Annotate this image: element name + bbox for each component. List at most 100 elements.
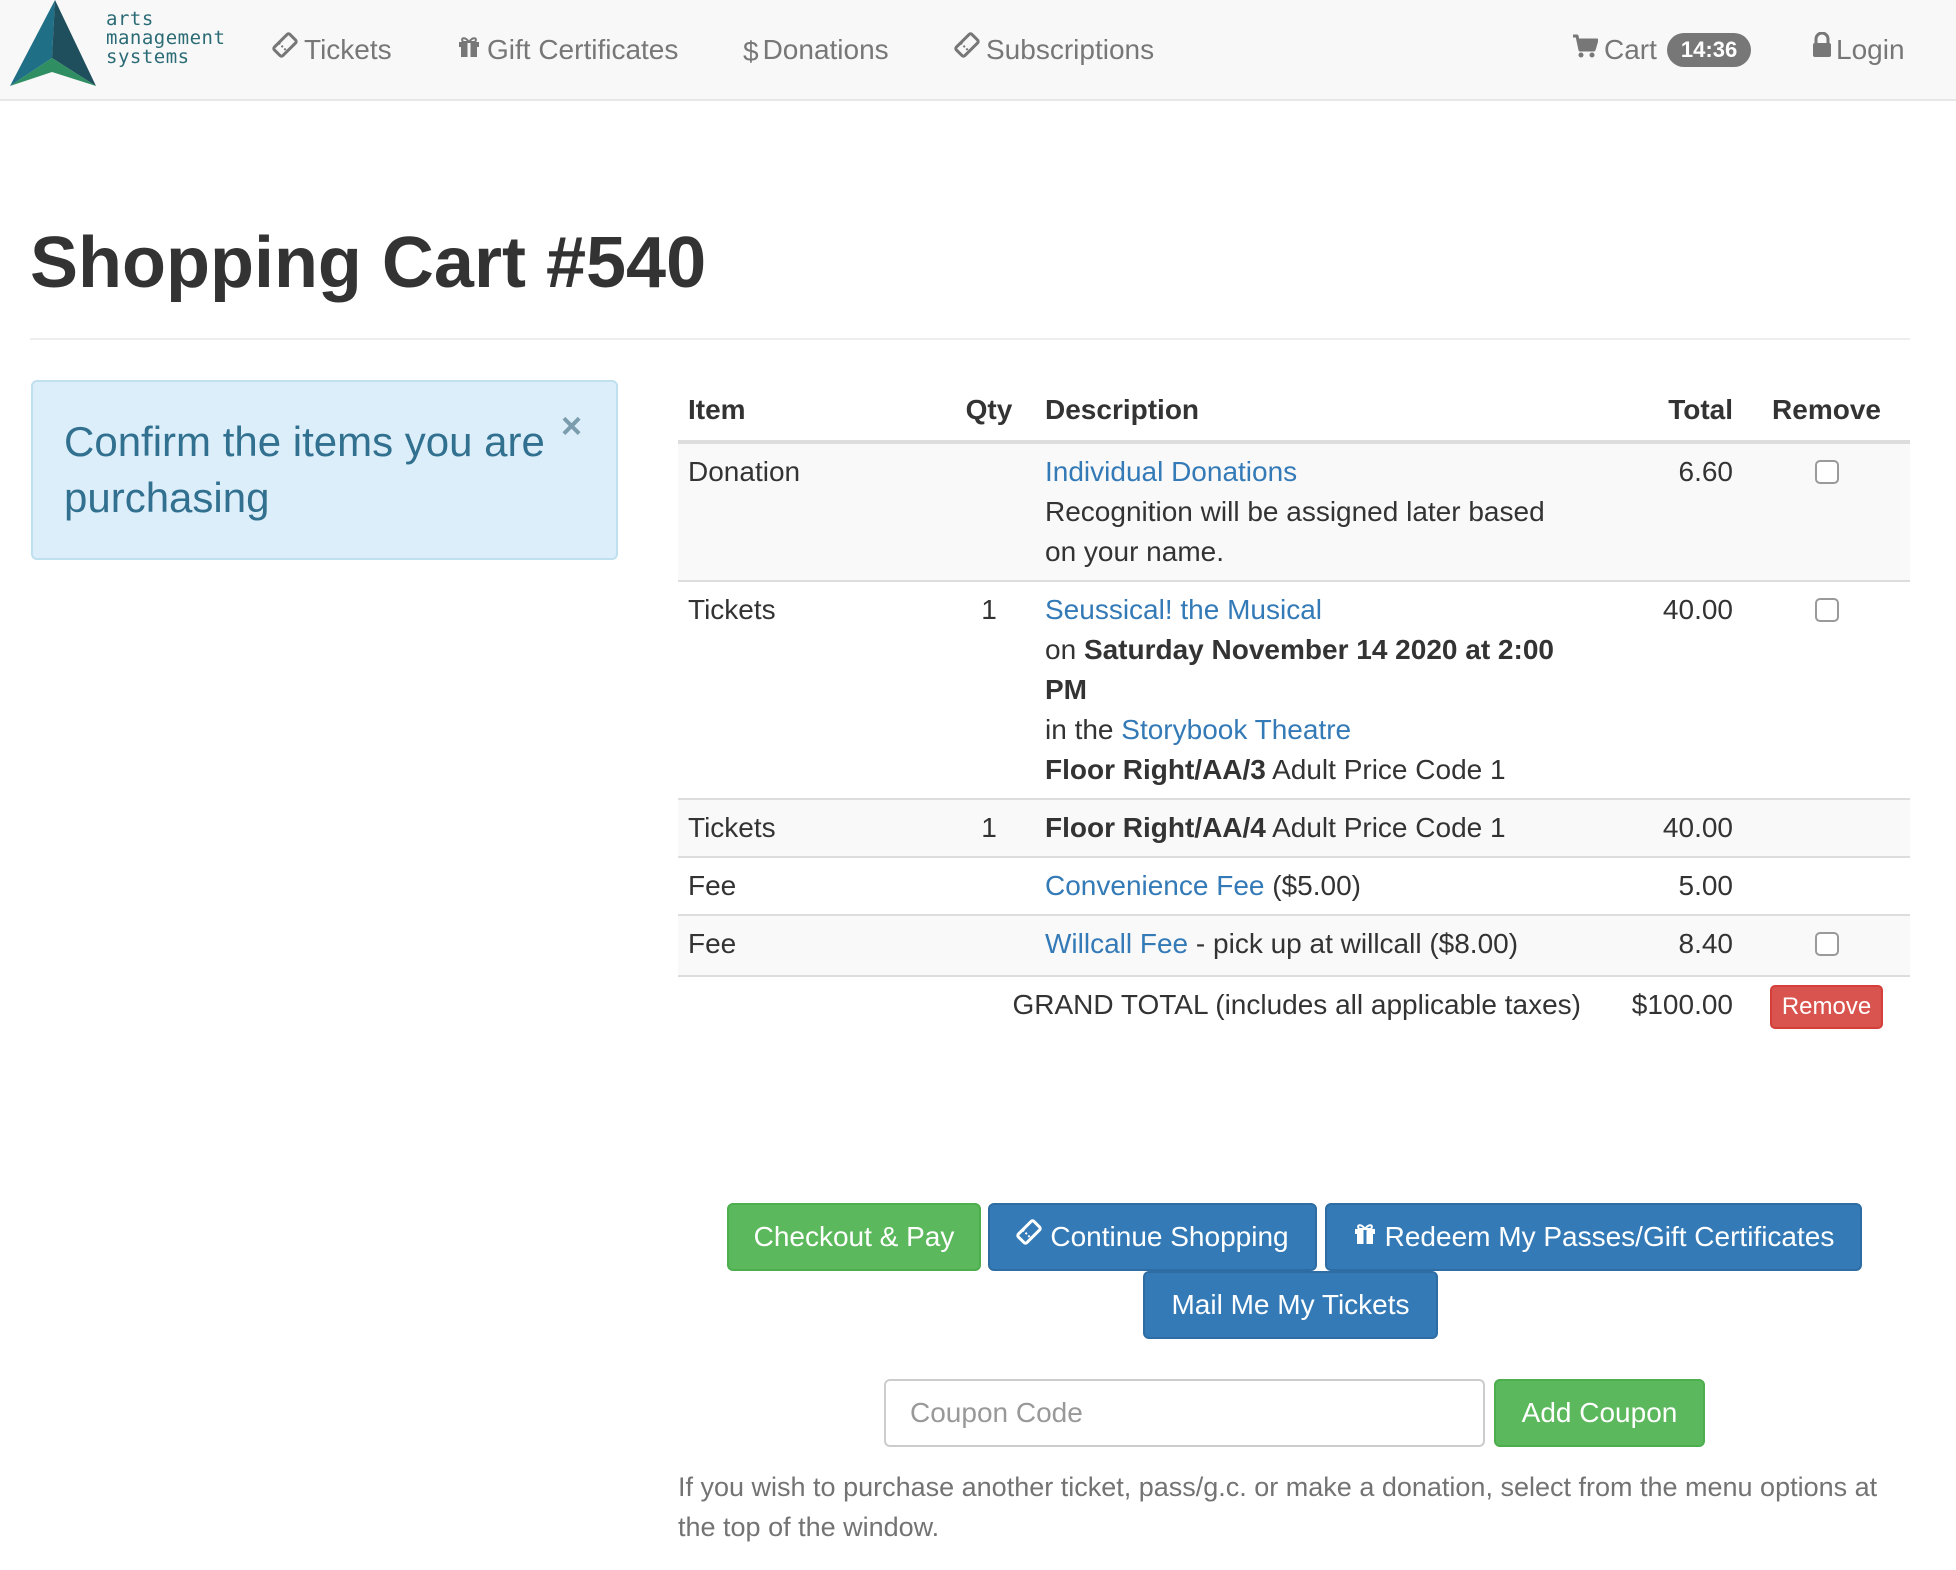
table-row: Fee Convenience Fee ($5.00) 5.00 — [678, 856, 1910, 915]
info-alert: Confirm the items you are purchasing × — [31, 380, 618, 560]
grand-total-label-text: GRAND TOTAL (includes all applicable tax… — [1012, 989, 1581, 1020]
brand-line: systems — [106, 46, 190, 68]
cell-remove — [1743, 580, 1910, 799]
item-link[interactable]: Individual Donations — [1045, 456, 1297, 487]
column-header-item: Item — [678, 380, 943, 444]
cell-description: Convenience Fee ($5.00) — [1035, 856, 1591, 915]
cell-qty — [943, 856, 1035, 915]
brand-wordmark: arts management systems — [106, 10, 225, 67]
nav-cart[interactable]: Cart 14:36 — [1572, 29, 1752, 70]
cell-item: Tickets — [678, 798, 943, 857]
cell-total: 6.60 — [1591, 442, 1743, 581]
redeem-passes-button[interactable]: Redeem My Passes/Gift Certificates — [1325, 1203, 1862, 1271]
in-prefix: in the — [1045, 714, 1114, 745]
help-text: If you wish to purchase another ticket, … — [678, 1472, 1878, 1542]
ticket-icon — [1016, 1204, 1043, 1268]
fee-link[interactable]: Willcall Fee — [1045, 928, 1188, 959]
remove-button[interactable]: Remove — [1769, 985, 1884, 1029]
fee-amount: ($5.00) — [1272, 870, 1361, 901]
table-row: Tickets 1 Floor Right/AA/4 Adult Price C… — [678, 798, 1910, 857]
event-link[interactable]: Seussical! the Musical — [1045, 594, 1322, 625]
cell-remove: Remove — [1743, 975, 1910, 1037]
cell-item: Fee — [678, 914, 943, 976]
cart-timer-badge: 14:36 — [1666, 32, 1752, 67]
alert-message: Confirm the items you are purchasing — [64, 418, 545, 521]
cell-total: 5.00 — [1591, 856, 1743, 915]
cell-item: Donation — [678, 442, 943, 581]
remove-checkbox[interactable] — [1814, 932, 1839, 956]
price-code: Adult Price Code 1 — [1272, 812, 1506, 843]
on-prefix: on — [1045, 634, 1077, 665]
nav-login[interactable]: Login — [1812, 30, 1905, 70]
nav-tickets-label: Tickets — [304, 34, 392, 65]
ticket-icon — [272, 29, 298, 69]
page-title: Shopping Cart #540 — [30, 223, 707, 303]
nav-subscriptions-label: Subscriptions — [986, 34, 1155, 65]
price-code: Adult Price Code 1 — [1272, 754, 1506, 785]
lock-icon — [1812, 29, 1832, 69]
cell-qty — [943, 914, 1035, 976]
cell-item: Tickets — [678, 580, 943, 799]
table-row: Donation Individual Donations Recognitio… — [678, 442, 1910, 581]
cell-remove — [1743, 442, 1910, 581]
gift-icon — [457, 29, 481, 69]
grand-total-label: GRAND TOTAL (includes all applicable tax… — [678, 975, 1591, 1037]
grand-total-value: $100.00 — [1591, 975, 1743, 1037]
item-note: Recognition will be assigned later based… — [1045, 496, 1545, 567]
cell-qty: 1 — [943, 798, 1035, 857]
nav-gift-certificates[interactable]: Gift Certificates — [457, 30, 678, 70]
mail-tickets-label: Mail Me My Tickets — [1171, 1289, 1410, 1320]
add-coupon-label: Add Coupon — [1521, 1397, 1678, 1428]
table-header-row: Item Qty Description Total Remove — [678, 380, 1910, 444]
seat-location: Floor Right/AA/3 — [1045, 754, 1266, 785]
cell-qty — [943, 442, 1035, 581]
fee-link[interactable]: Convenience Fee — [1045, 870, 1264, 901]
nav-donations-label: Donations — [762, 34, 889, 65]
cell-total: 40.00 — [1591, 580, 1743, 799]
brand-logo[interactable]: arts management systems — [10, 0, 250, 90]
cell-description: Willcall Fee - pick up at willcall ($8.0… — [1035, 914, 1591, 976]
nav-subscriptions[interactable]: Subscriptions — [954, 30, 1154, 70]
close-icon[interactable]: × — [561, 406, 582, 446]
nav-gift-label: Gift Certificates — [487, 34, 679, 65]
remove-checkbox[interactable] — [1814, 598, 1839, 622]
continue-shopping-button[interactable]: Continue Shopping — [988, 1203, 1317, 1271]
cell-description: Seussical! the Musical on Saturday Novem… — [1035, 580, 1591, 799]
nav-donations[interactable]: $ Donations — [743, 30, 889, 70]
coupon-code-input[interactable] — [884, 1379, 1485, 1447]
cell-total: 40.00 — [1591, 798, 1743, 857]
gift-icon — [1353, 1204, 1377, 1268]
performance-date: Saturday November 14 2020 at 2:00 PM — [1045, 634, 1554, 705]
cart-icon — [1572, 29, 1599, 69]
table-row: Fee Willcall Fee - pick up at willcall (… — [678, 914, 1910, 976]
cell-remove — [1743, 798, 1910, 857]
nav-login-label: Login — [1836, 34, 1905, 65]
cell-remove — [1743, 856, 1910, 915]
seat-location: Floor Right/AA/4 — [1045, 812, 1266, 843]
cell-qty: 1 — [943, 580, 1035, 799]
nav-cart-label: Cart — [1604, 34, 1657, 65]
title-divider — [30, 338, 1910, 340]
cell-item: Fee — [678, 856, 943, 915]
logo-triangle-icon — [10, 0, 96, 86]
checkout-pay-button[interactable]: Checkout & Pay — [727, 1203, 981, 1271]
column-header-description: Description — [1035, 380, 1591, 444]
top-navbar: arts management systems Tickets Gift Cer… — [0, 0, 1956, 101]
table-row: Tickets 1 Seussical! the Musical on Satu… — [678, 580, 1910, 799]
redeem-passes-label: Redeem My Passes/Gift Certificates — [1384, 1221, 1835, 1252]
remove-checkbox[interactable] — [1814, 460, 1839, 484]
continue-shopping-label: Continue Shopping — [1050, 1221, 1289, 1252]
grand-total-row: GRAND TOTAL (includes all applicable tax… — [678, 975, 1910, 1037]
nav-tickets[interactable]: Tickets — [272, 30, 392, 70]
venue-link[interactable]: Storybook Theatre — [1121, 714, 1351, 745]
column-header-total: Total — [1591, 380, 1743, 444]
mail-tickets-button[interactable]: Mail Me My Tickets — [1143, 1271, 1438, 1339]
column-header-qty: Qty — [943, 380, 1035, 444]
dollar-icon: $ — [743, 35, 759, 67]
cart-table: Item Qty Description Total Remove Donati… — [678, 380, 1910, 1037]
ticket-icon — [954, 29, 980, 69]
checkout-pay-label: Checkout & Pay — [753, 1221, 955, 1252]
cell-total: 8.40 — [1591, 914, 1743, 976]
cell-description: Floor Right/AA/4 Adult Price Code 1 — [1035, 798, 1591, 857]
add-coupon-button[interactable]: Add Coupon — [1494, 1379, 1705, 1447]
